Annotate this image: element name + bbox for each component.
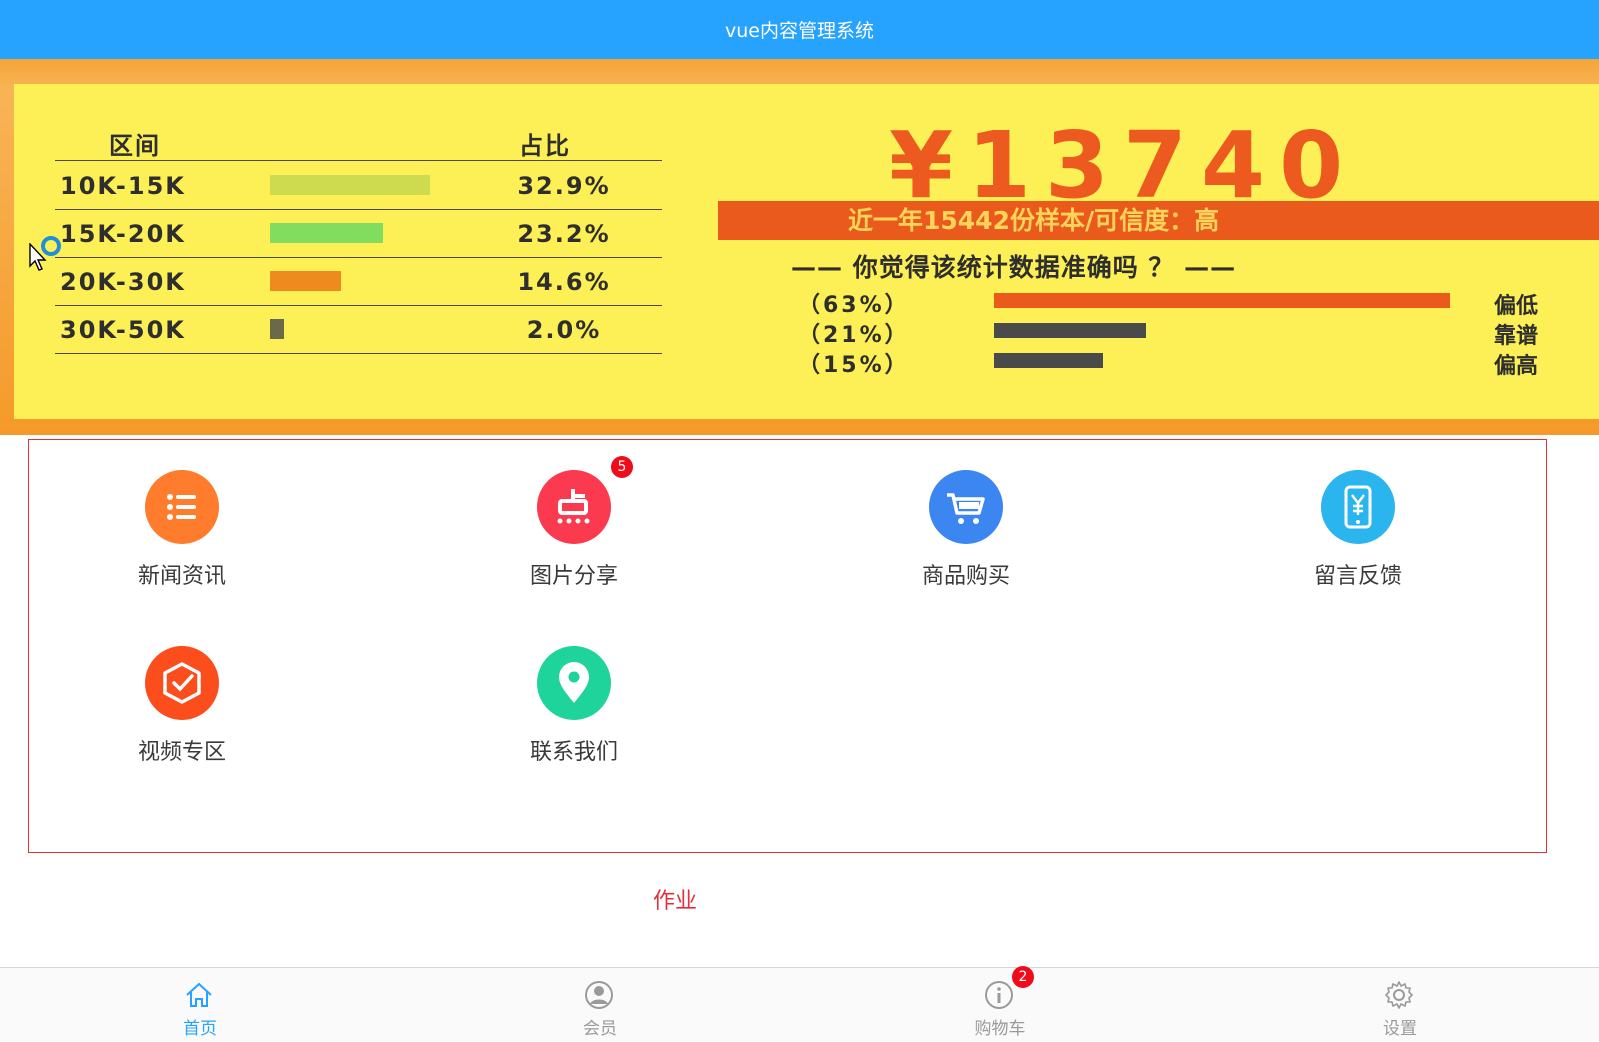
app-header: vue内容管理系统	[0, 0, 1599, 59]
grid-item-video[interactable]: 视频专区	[29, 616, 329, 765]
tab-member[interactable]: 会员	[400, 968, 800, 1042]
sample-strip-text: 近一年15442份样本/可信度：高	[848, 206, 1220, 235]
range-bar	[270, 271, 341, 291]
gear-icon	[1385, 981, 1413, 1009]
table-divider	[55, 305, 662, 306]
grid-item-label: 留言反馈	[1313, 564, 1402, 589]
dian-icon	[537, 470, 611, 544]
table-divider	[55, 209, 662, 210]
range-label: 15K-20K	[60, 220, 186, 248]
tab-cart[interactable]: 2 购物车	[800, 966, 1200, 1042]
range-bar	[270, 223, 383, 243]
home-icon	[186, 982, 212, 1007]
tab-label: 设置	[1383, 1019, 1417, 1039]
grid-item-contact[interactable]: 联系我们	[421, 616, 721, 765]
homework-text: 作业	[653, 889, 698, 914]
cart-icon	[929, 470, 1003, 544]
grid-item-shop[interactable]: 商品购买	[813, 440, 1113, 589]
user-icon	[585, 981, 613, 1009]
grid-item-feedback[interactable]: 留言反馈	[1205, 440, 1505, 589]
table-divider	[55, 353, 662, 354]
table-divider	[55, 257, 662, 258]
range-pct: 32.9%	[517, 172, 611, 200]
location-pin-icon	[537, 646, 611, 720]
tab-label: 首页	[183, 1019, 217, 1039]
poll-pct: （63%）	[798, 293, 910, 318]
poll-question: —— 你觉得该统计数据准确吗 ？ ——	[791, 253, 1237, 282]
poll-text: 靠谱	[1494, 324, 1539, 349]
sample-strip: 近一年15442份样本/可信度：高	[718, 201, 1599, 240]
mouse-cursor-icon	[29, 243, 47, 271]
banner-slide[interactable]: 区间 占比 10K-15K 32.9% 15K-20K 23.2% 20K-30…	[14, 84, 1599, 419]
grid-item-news[interactable]: 新闻资讯	[29, 440, 329, 589]
grid-item-label: 视频专区	[137, 740, 226, 765]
tab-label: 购物车	[974, 1019, 1026, 1039]
table-divider	[55, 160, 662, 161]
grid-item-label: 商品购买	[921, 564, 1010, 589]
col-ratio-heading: 占比	[519, 132, 571, 160]
grid-item-label: 联系我们	[529, 740, 618, 765]
range-label: 10K-15K	[60, 172, 186, 200]
range-bar	[270, 319, 284, 339]
range-pct: 2.0%	[526, 316, 602, 344]
col-range-heading: 区间	[109, 132, 161, 160]
nav-grid: 新闻资讯 5 图片分享 商品购买 留言反馈 视频专区 联系我们	[28, 439, 1547, 853]
banner-carousel[interactable]: 区间 占比 10K-15K 32.9% 15K-20K 23.2% 20K-30…	[0, 59, 1599, 435]
poll-text: 偏低	[1494, 294, 1539, 319]
poll-bar	[994, 323, 1146, 338]
list-icon	[145, 470, 219, 544]
poll-bar	[994, 293, 1450, 308]
tab-home[interactable]: 首页	[0, 968, 400, 1042]
range-label: 30K-50K	[60, 316, 186, 344]
info-icon	[985, 981, 1013, 1009]
grid-item-label: 图片分享	[529, 564, 618, 589]
range-pct: 14.6%	[517, 268, 611, 296]
cart-count-badge: 2	[1012, 966, 1034, 988]
range-pct: 23.2%	[517, 220, 611, 248]
check-shield-icon	[145, 646, 219, 720]
bottom-tabbar: 首页 会员 2 购物车 设置	[0, 966, 1599, 1042]
poll-text: 偏高	[1494, 354, 1539, 379]
poll-pct: （21%）	[798, 323, 910, 348]
range-label: 20K-30K	[60, 268, 186, 296]
range-bar	[270, 175, 430, 195]
poll-bar	[994, 353, 1103, 368]
phone-yen-icon	[1321, 470, 1395, 544]
app-title: vue内容管理系统	[725, 20, 874, 42]
notification-badge: 5	[611, 456, 633, 478]
grid-item-label: 新闻资讯	[137, 564, 226, 589]
tab-settings[interactable]: 设置	[1200, 968, 1599, 1042]
grid-item-photos[interactable]: 5 图片分享	[421, 440, 721, 589]
poll-pct: （15%）	[798, 353, 910, 378]
tab-label: 会员	[583, 1019, 617, 1039]
